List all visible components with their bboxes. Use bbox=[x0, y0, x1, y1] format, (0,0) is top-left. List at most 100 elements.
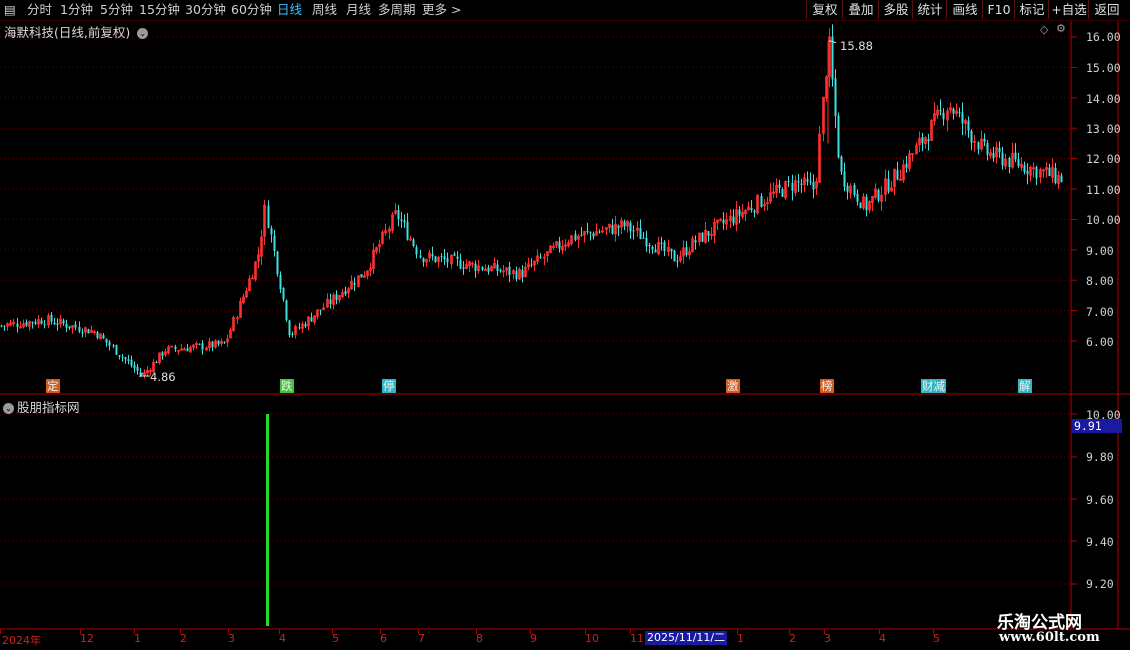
candle-body bbox=[877, 189, 880, 201]
candle-body bbox=[121, 356, 124, 358]
candle-body bbox=[812, 182, 815, 190]
candle-body bbox=[136, 366, 139, 371]
candle-body bbox=[115, 345, 118, 355]
candle-body bbox=[732, 216, 735, 224]
candle-body bbox=[422, 258, 425, 263]
tab-daily[interactable]: 日线 bbox=[277, 2, 302, 18]
main-chart-title: 海默科技(日线,前复权) ⌄ bbox=[4, 22, 149, 41]
overlay-button[interactable]: 叠加 bbox=[842, 0, 879, 19]
signal-marker[interactable]: 跌 bbox=[280, 379, 294, 393]
candle-body bbox=[800, 183, 803, 185]
signal-marker[interactable]: 财减 bbox=[921, 379, 946, 393]
stats-button[interactable]: 统计 bbox=[912, 0, 947, 19]
candle-body bbox=[102, 335, 105, 339]
date-axis-label: 1 bbox=[134, 632, 141, 645]
candle-body bbox=[676, 260, 679, 262]
fuquan-button[interactable]: 复权 bbox=[806, 0, 843, 19]
add-watchlist-button[interactable]: +自选 bbox=[1048, 0, 1089, 19]
date-axis-label: 6 bbox=[380, 632, 387, 645]
indicator-axis-label: 9.60 bbox=[1086, 493, 1114, 507]
candle-body bbox=[809, 181, 812, 183]
candle-body bbox=[952, 108, 955, 114]
candle-body bbox=[282, 287, 285, 300]
candle-body bbox=[738, 209, 741, 216]
cursor-date-label: 2025/11/11/二 bbox=[645, 631, 728, 645]
tab-60min[interactable]: 60分钟 bbox=[231, 2, 272, 18]
candle-body bbox=[412, 239, 415, 246]
candle-body bbox=[96, 332, 99, 338]
candle-body bbox=[288, 320, 291, 336]
price-axis-label: 15.00 bbox=[1086, 61, 1121, 75]
diamond-icon[interactable]: ◇ bbox=[1040, 23, 1048, 36]
candle-body bbox=[694, 240, 697, 243]
tab-multi-period[interactable]: 多周期 bbox=[378, 2, 416, 18]
candle-body bbox=[353, 282, 356, 285]
f10-button[interactable]: F10 bbox=[982, 0, 1015, 19]
price-axis-label: 8.00 bbox=[1086, 274, 1114, 288]
candle-body bbox=[487, 267, 490, 272]
candle-body bbox=[986, 143, 989, 155]
back-button[interactable]: 返回 bbox=[1088, 0, 1125, 19]
menu-icon[interactable]: ▤ bbox=[4, 2, 18, 18]
candle-body bbox=[648, 245, 651, 247]
signal-marker[interactable]: 激 bbox=[726, 379, 740, 393]
candle-body bbox=[419, 255, 422, 258]
mark-button[interactable]: 标记 bbox=[1014, 0, 1049, 19]
tab-monthly[interactable]: 月线 bbox=[346, 2, 371, 18]
kline-chart-area[interactable] bbox=[0, 21, 1130, 650]
chevron-down-icon[interactable]: ⌄ bbox=[137, 28, 149, 39]
candle-body bbox=[927, 139, 930, 142]
candle-body bbox=[642, 237, 645, 239]
candle-body bbox=[276, 251, 279, 275]
tab-weekly[interactable]: 周线 bbox=[312, 2, 337, 18]
candle-body bbox=[291, 334, 294, 336]
candle-body bbox=[81, 332, 84, 334]
candle-body bbox=[530, 264, 533, 266]
candle-body bbox=[629, 222, 632, 232]
signal-marker[interactable]: 榜 bbox=[820, 379, 834, 393]
signal-marker[interactable]: 解 bbox=[1018, 379, 1032, 393]
candle-body bbox=[791, 182, 794, 191]
period-toolbar: ▤ 分时 1分钟 5分钟 15分钟 30分钟 60分钟 日线 周线 月线 多周期… bbox=[0, 0, 1130, 21]
candle-body bbox=[750, 207, 753, 211]
date-axis-label: 3 bbox=[824, 632, 831, 645]
candle-body bbox=[787, 181, 790, 183]
candle-body bbox=[446, 258, 449, 263]
candle-body bbox=[1035, 167, 1038, 179]
candle-body bbox=[499, 269, 502, 272]
candle-body bbox=[558, 241, 561, 249]
candle-body bbox=[970, 131, 973, 143]
indicator-axis-label: 9.20 bbox=[1086, 577, 1114, 591]
signal-marker[interactable]: 定 bbox=[46, 379, 60, 393]
tab-fenshi[interactable]: 分时 bbox=[27, 2, 52, 18]
tab-1min[interactable]: 1分钟 bbox=[60, 2, 93, 18]
chevron-down-icon[interactable]: ⌄ bbox=[3, 403, 14, 414]
candle-body bbox=[40, 320, 43, 324]
tab-5min[interactable]: 5分钟 bbox=[100, 2, 133, 18]
tab-15min[interactable]: 15分钟 bbox=[139, 2, 180, 18]
candle-body bbox=[443, 256, 446, 260]
candle-body bbox=[440, 256, 443, 258]
candle-body bbox=[108, 341, 111, 346]
candle-body bbox=[133, 365, 136, 369]
draw-line-button[interactable]: 画线 bbox=[946, 0, 983, 19]
gear-icon[interactable]: ⚙ bbox=[1056, 22, 1066, 35]
candle-body bbox=[998, 147, 1001, 153]
indicator-name: 股朋指标网 bbox=[17, 400, 80, 415]
price-axis-label: 14.00 bbox=[1086, 92, 1121, 106]
candle-body bbox=[34, 321, 37, 324]
signal-marker[interactable]: 停 bbox=[382, 379, 396, 393]
candle-body bbox=[670, 248, 673, 252]
tab-30min[interactable]: 30分钟 bbox=[185, 2, 226, 18]
candle-body bbox=[174, 346, 177, 350]
price-axis-label: 16.00 bbox=[1086, 30, 1121, 44]
candle-body bbox=[310, 317, 313, 322]
candle-body bbox=[580, 234, 583, 236]
multi-stock-button[interactable]: 多股 bbox=[878, 0, 913, 19]
date-axis-label: 5 bbox=[933, 632, 940, 645]
low-price-label: 4.86 bbox=[150, 370, 176, 384]
candle-body bbox=[360, 274, 363, 278]
candle-body bbox=[846, 185, 849, 192]
candle-body bbox=[1026, 170, 1029, 174]
tab-more[interactable]: 更多 > bbox=[422, 2, 461, 18]
